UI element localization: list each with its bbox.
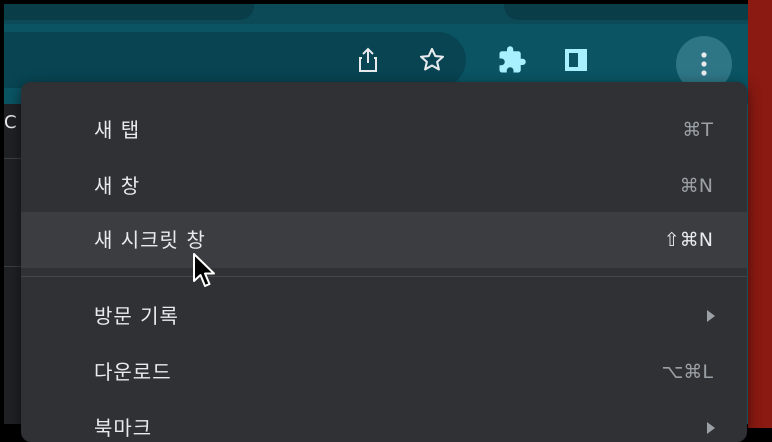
side-panel-icon[interactable] bbox=[558, 42, 594, 78]
menu-item-label: 방문 기록 bbox=[94, 304, 179, 328]
menu-item-shortcut: ⌘T bbox=[682, 119, 713, 141]
tab[interactable] bbox=[4, 4, 254, 20]
background-window-edge bbox=[748, 0, 772, 428]
menu-item-history[interactable]: 방문 기록 bbox=[21, 288, 747, 344]
menu-item-label: 북마크 bbox=[94, 416, 153, 440]
submenu-arrow-icon bbox=[707, 422, 715, 434]
menu-item-label: 새 탭 bbox=[94, 118, 141, 142]
menu-item-shortcut: ⌘N bbox=[679, 175, 713, 197]
extensions-icon[interactable] bbox=[494, 42, 530, 78]
menu-item-label: 새 시크릿 창 bbox=[94, 228, 206, 252]
menu-item-label: 다운로드 bbox=[94, 360, 172, 384]
star-icon[interactable] bbox=[414, 42, 450, 78]
tab[interactable] bbox=[504, 4, 748, 20]
submenu-arrow-icon bbox=[707, 310, 715, 322]
share-icon[interactable] bbox=[350, 42, 386, 78]
mouse-pointer bbox=[193, 253, 215, 287]
chrome-menu: 새 탭 ⌘T 새 창 ⌘N 새 시크릿 창 ⇧⌘N 방문 기록 다운로드 ⌥⌘L… bbox=[21, 82, 747, 442]
menu-item-shortcut: ⌥⌘L bbox=[661, 361, 713, 383]
menu-item-new-tab[interactable]: 새 탭 ⌘T bbox=[21, 102, 747, 158]
menu-item-downloads[interactable]: 다운로드 ⌥⌘L bbox=[21, 344, 747, 400]
menu-item-new-window[interactable]: 새 창 ⌘N bbox=[21, 158, 747, 214]
menu-item-label: 새 창 bbox=[94, 174, 141, 198]
menu-item-shortcut: ⇧⌘N bbox=[663, 229, 713, 251]
tab-strip bbox=[4, 4, 748, 24]
address-bar[interactable] bbox=[4, 32, 466, 88]
page-text-fragment: C bbox=[4, 112, 17, 133]
menu-separator bbox=[21, 276, 747, 277]
menu-item-new-incognito-window[interactable]: 새 시크릿 창 ⇧⌘N bbox=[21, 212, 747, 268]
menu-item-bookmarks[interactable]: 북마크 bbox=[21, 400, 747, 442]
